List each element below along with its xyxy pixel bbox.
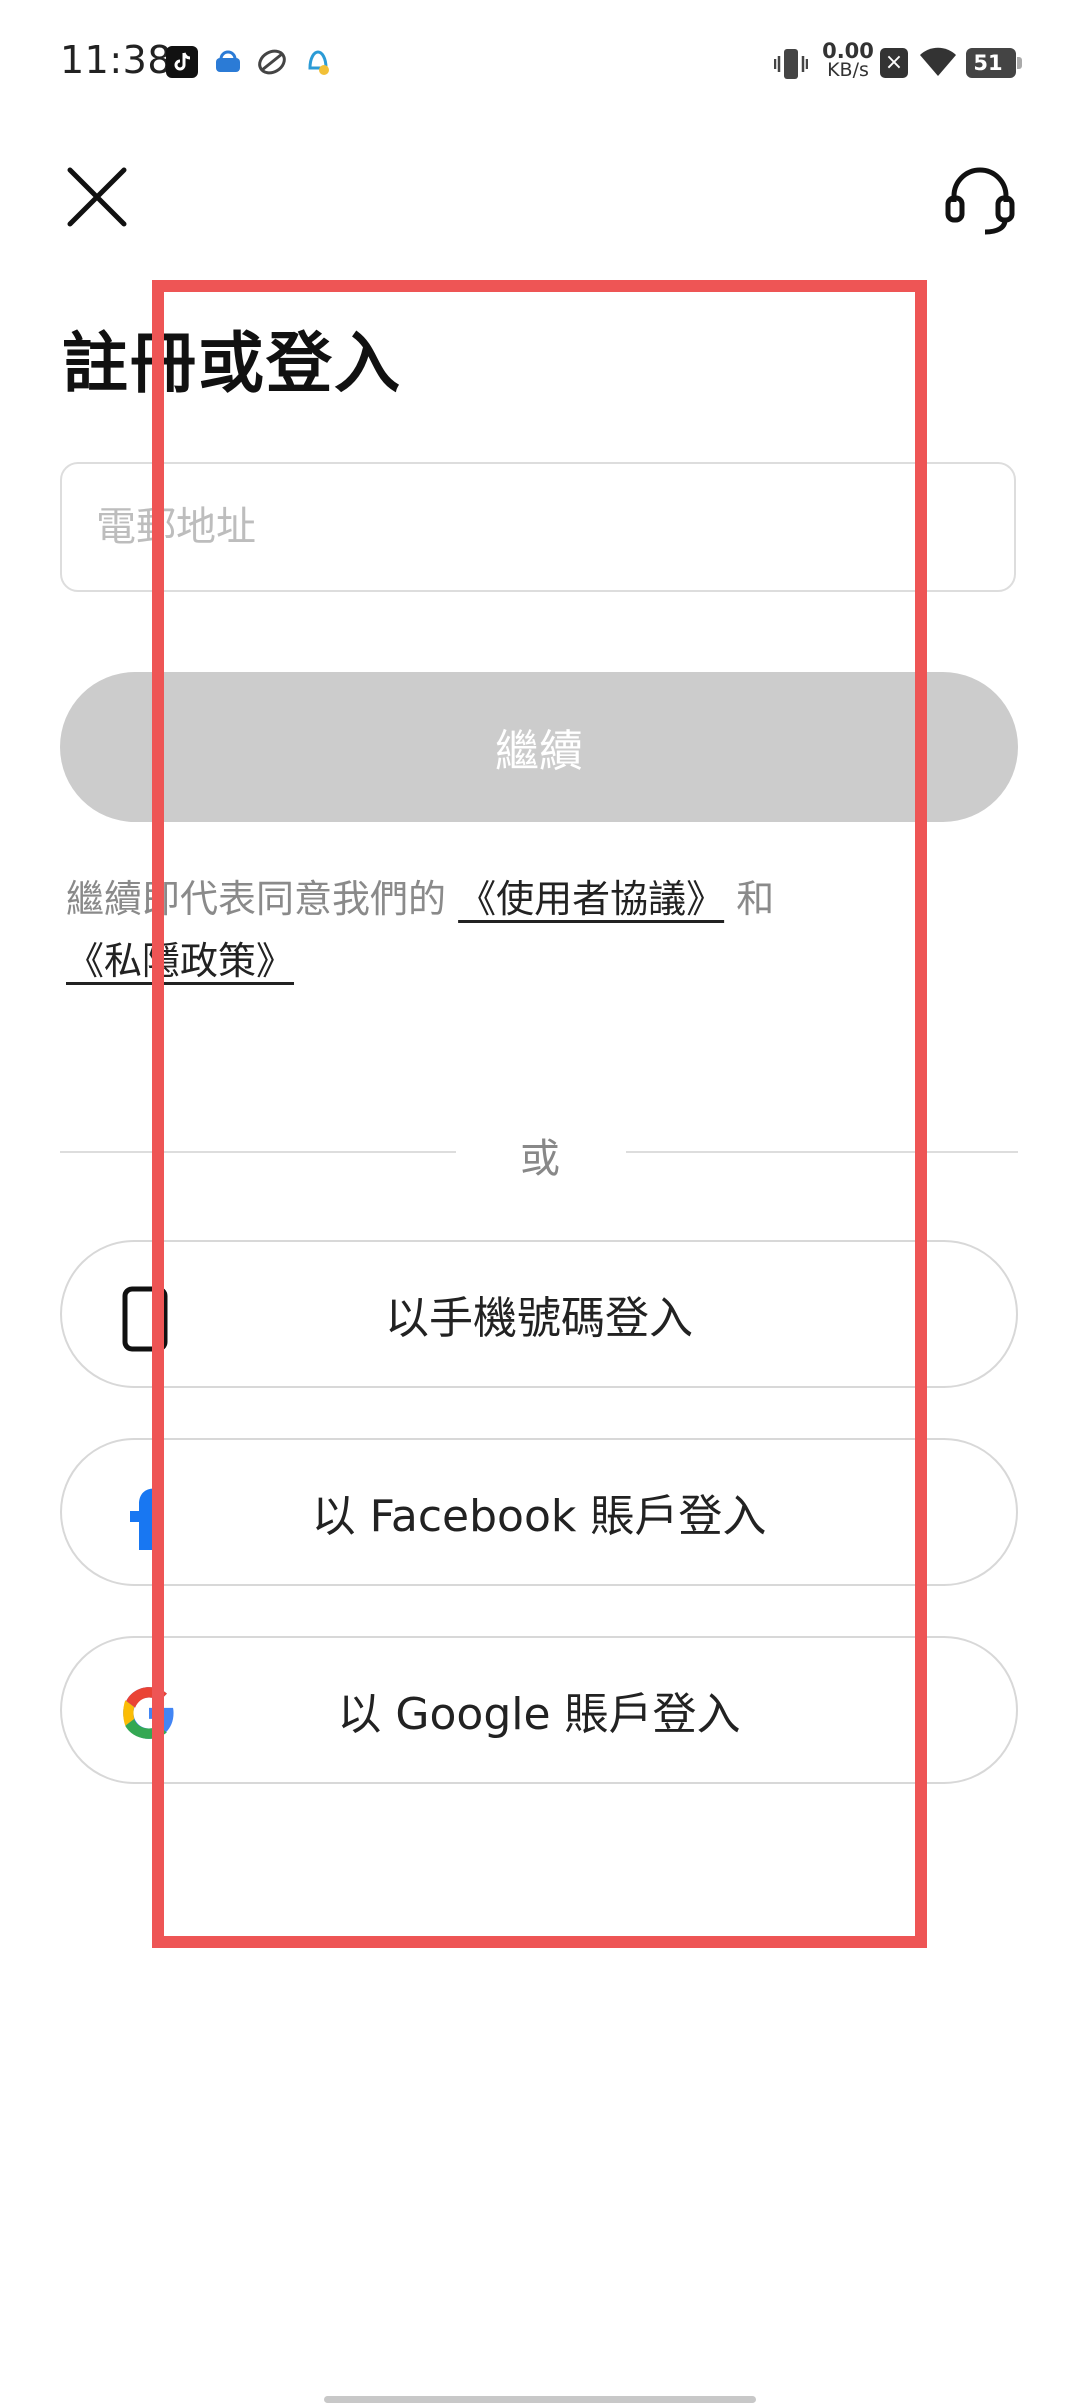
user-agreement-link[interactable]: 《使用者協議》 [458,877,724,921]
phone-login-button[interactable]: 以手機號碼登入 [60,1240,1018,1388]
email-input[interactable] [60,462,1016,592]
terms-notice: 繼續即代表同意我們的 《使用者協議》 和 《私隱政策》 [66,868,1006,992]
terms-and: 和 [736,877,775,921]
divider-or: 或 [520,1136,560,1182]
vibrate-icon [773,46,809,82]
terms-prefix: 繼續即代表同意我們的 [66,877,447,921]
divider-line-right [626,1151,1018,1153]
privacy-policy-link[interactable]: 《私隱政策》 [66,939,294,983]
app-notification-icon [302,46,334,78]
wifi-icon [918,46,958,78]
battery-level: 51 [973,51,1003,75]
google-login-label: 以 Google 賬戶登入 [337,1689,741,1740]
continue-button[interactable]: 繼續 [60,672,1018,822]
facebook-login-label: 以 Facebook 賬戶登入 [311,1491,767,1542]
page-title: 註冊或登入 [62,325,402,402]
close-button[interactable] [60,160,134,234]
divider-line-left [60,1151,456,1153]
status-bar: 11:38 0.00 KB/s × 51 [0,0,1080,130]
customer-support-button[interactable] [940,158,1020,238]
sim-disabled-icon: × [880,48,908,78]
battery-indicator: 51 [966,48,1022,78]
app-notification-icon [256,46,288,78]
status-time: 11:38 [60,38,173,82]
app-notification-icon [212,46,244,78]
close-icon [67,167,127,227]
network-speed: 0.00 KB/s [820,41,876,81]
network-speed-unit: KB/s [827,59,869,81]
home-indicator[interactable] [324,2396,756,2403]
google-login-button[interactable]: 以 Google 賬戶登入 [60,1636,1018,1784]
phone-login-label: 以手機號碼登入 [385,1293,693,1344]
tiktok-notification-icon [166,46,198,78]
headset-icon [945,167,1015,235]
continue-button-label: 繼續 [495,726,583,777]
facebook-login-button[interactable]: 以 Facebook 賬戶登入 [60,1438,1018,1586]
